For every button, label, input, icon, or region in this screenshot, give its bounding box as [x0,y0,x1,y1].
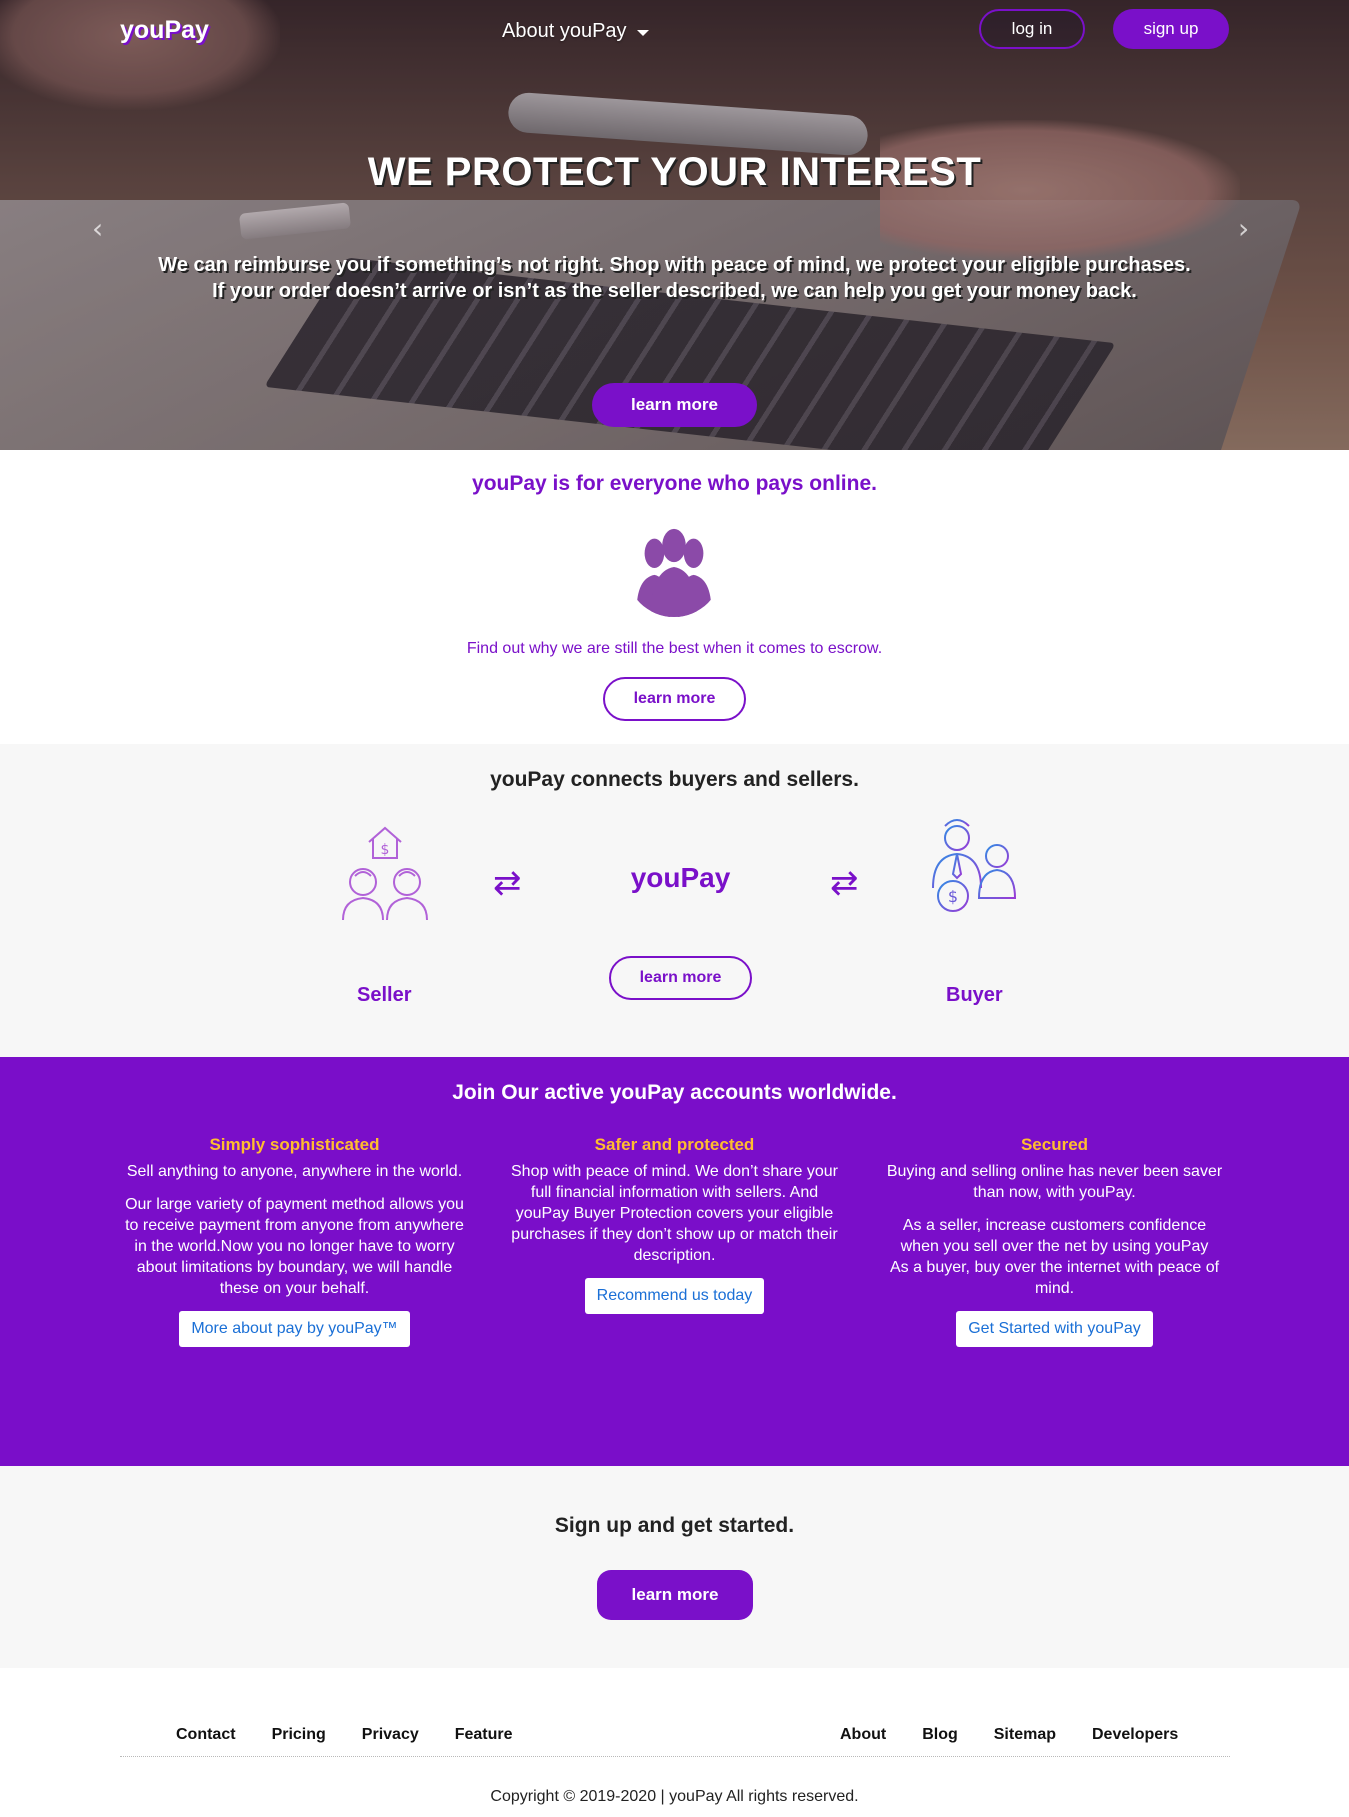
footer-link-developers[interactable]: Developers [1092,1726,1178,1744]
footer-link-sitemap[interactable]: Sitemap [994,1726,1056,1744]
connects-learn-more-button[interactable]: learn more [609,956,752,1000]
about-menu-label: About youPay [502,20,627,42]
connects-title: youPay connects buyers and sellers. [490,768,859,791]
feature-heading: Secured [1020,1135,1089,1154]
footer-link-pricing[interactable]: Pricing [272,1726,326,1744]
feature-text: Shop with peace of mind. We don’t share … [511,1163,838,1264]
buyer-icon: $ [932,819,1021,917]
feature-column: Simply sophisticated Sell anything to an… [122,1135,467,1347]
signup-section: Sign up and get started. learn more [0,1466,1349,1668]
join-section: Join Our active youPay accounts worldwid… [0,1057,1349,1466]
brand-logo[interactable]: youPay [120,16,209,45]
footer-link-feature[interactable]: Feature [455,1726,513,1744]
svg-text:$: $ [381,842,390,858]
footer-links-right: About Blog Sitemap Developers [840,1726,1178,1744]
feature-heading: Safer and protected [594,1135,755,1154]
footer-links-left: Contact Pricing Privacy Feature [176,1726,513,1744]
recommend-button[interactable]: Recommend us today [584,1278,765,1314]
footer-link-privacy[interactable]: Privacy [362,1726,419,1744]
feature-heading: Simply sophisticated [209,1135,380,1154]
feature-text: As a buyer, buy over the internet with p… [889,1259,1220,1297]
feature-text: As a seller, increase customers confiden… [900,1217,1209,1255]
everyone-learn-more-button[interactable]: learn more [603,677,746,721]
svg-text:$: $ [948,887,958,906]
seller-label: Seller [357,984,412,1006]
footer-link-about[interactable]: About [840,1726,886,1744]
footer-link-blog[interactable]: Blog [922,1726,958,1744]
group-icon [625,520,723,618]
buyer-label: Buyer [946,984,1003,1006]
connects-section: youPay connects buyers and sellers. $ ⇄ … [0,744,1349,1057]
footer-divider [120,1756,1230,1757]
more-about-pay-button[interactable]: More about pay by youPay™ [179,1311,410,1347]
footer-link-contact[interactable]: Contact [176,1726,236,1744]
caret-down-icon [636,29,649,36]
signup-title: Sign up and get started. [554,1514,795,1537]
join-title: Join Our active youPay accounts worldwid… [452,1081,897,1104]
get-started-button[interactable]: Get Started with youPay [956,1311,1153,1347]
hero-learn-more-button[interactable]: learn more [592,383,757,427]
everyone-title: youPay is for everyone who pays online. [472,472,877,495]
connects-brand: youPay [630,862,731,893]
carousel-next-icon[interactable]: › [1238,212,1249,245]
feature-column: Secured Buying and selling online has ne… [882,1135,1227,1347]
feature-column: Safer and protected Shop with peace of m… [502,1135,847,1314]
feature-text: Buying and selling online has never been… [886,1163,1223,1201]
hero-description-line: If your order doesn’t arrive or isn’t as… [212,280,1137,302]
about-menu[interactable]: About youPay [502,20,649,43]
everyone-text: Find out why we are still the best when … [466,640,883,657]
hero-description-line: We can reimburse you if something’s not … [158,254,1191,276]
hero-carousel: youPay About youPay log in sign up ‹ › W… [0,0,1349,450]
signup-button[interactable]: sign up [1113,9,1229,49]
carousel-prev-icon[interactable]: ‹ [92,212,103,245]
login-button[interactable]: log in [979,9,1085,49]
swap-arrows-icon: ⇄ [830,863,859,903]
feature-text: Our large variety of payment method allo… [125,1196,464,1297]
feature-text: Sell anything to anyone, anywhere in the… [126,1163,463,1180]
copyright: Copyright © 2019-2020 | youPay All right… [490,1788,859,1805]
hero-title: WE PROTECT YOUR INTEREST [367,150,982,194]
everyone-section: youPay is for everyone who pays online. … [0,450,1349,744]
hero-description: We can reimburse you if something’s not … [80,252,1269,304]
signup-learn-more-button[interactable]: learn more [597,1570,753,1620]
